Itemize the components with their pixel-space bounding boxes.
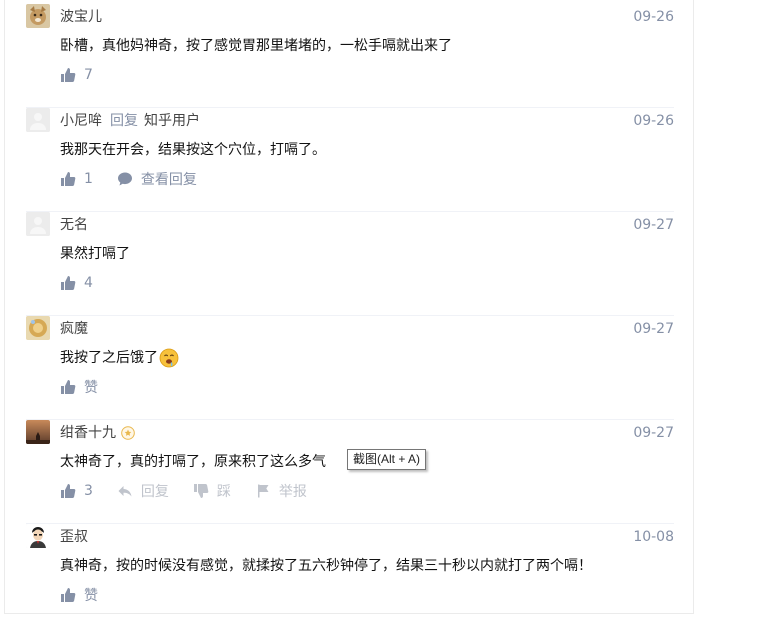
- author-name[interactable]: 歪叔: [60, 527, 88, 547]
- comment-text: 卧槽，真他妈神奇，按了感觉胃那里堵堵的，一松手嗝就出来了: [60, 38, 452, 54]
- avatar[interactable]: [26, 420, 50, 444]
- report-button[interactable]: 举报: [255, 481, 307, 501]
- comment-text: 果然打嗝了: [60, 246, 130, 262]
- like-button[interactable]: 3: [60, 483, 93, 499]
- screenshot-shortcut-tooltip: 截图(Alt + A): [347, 449, 427, 470]
- dislike-label: 踩: [216, 484, 231, 500]
- thumbs-up-icon: [61, 380, 76, 394]
- chat-bubble-icon: [117, 172, 132, 186]
- like-count: 3: [84, 483, 93, 499]
- comment-text: 太神奇了，真的打嗝了，原来积了这么多气: [60, 454, 326, 470]
- reply-button[interactable]: 回复: [117, 481, 169, 501]
- author-name[interactable]: 小尼哞: [60, 111, 102, 131]
- like-button[interactable]: 赞: [60, 377, 98, 397]
- like-count: 4: [84, 275, 93, 291]
- thumbs-up-icon: [61, 588, 76, 602]
- like-count: 1: [84, 171, 93, 187]
- author-name[interactable]: 疯魔: [60, 319, 88, 339]
- reply-indicator: 回复: [110, 113, 138, 129]
- comment-text-body: 我按了之后饿了: [60, 350, 158, 366]
- dislike-button[interactable]: 踩: [193, 481, 231, 501]
- comment-date: 09-27: [633, 321, 674, 337]
- like-label: 赞: [84, 588, 98, 604]
- avatar[interactable]: [26, 212, 50, 236]
- like-count: 7: [84, 67, 93, 83]
- comment-text: 真神奇，按的时候没有感觉，就揉按了五六秒钟停了，结果三十秒以内就打了两个嗝！: [60, 558, 592, 574]
- like-button[interactable]: 1: [60, 171, 93, 187]
- author-name[interactable]: 波宝儿: [60, 7, 102, 27]
- member-badge-icon: [121, 426, 135, 440]
- reply-label: 回复: [140, 484, 169, 500]
- comment-text: 我按了之后饿了: [60, 347, 179, 369]
- author-name[interactable]: 绀香十九: [60, 423, 116, 443]
- comment-text: 我那天在开会，结果按这个穴位，打嗝了。: [60, 142, 326, 158]
- comment-item: 波宝儿 09-26 卧槽，真他妈神奇，按了感觉胃那里堵堵的，一松手嗝就出来了 7: [26, 4, 674, 108]
- reply-arrow-icon: [118, 486, 132, 497]
- comment-item: 疯魔 09-27 我按了之后饿了 赞: [26, 316, 674, 420]
- comment-item: 绀香十九 09-27 太神奇了，真的打嗝了，原来积了这么多气 3 回复 踩 举报: [26, 420, 674, 524]
- view-replies-label: 查看回复: [140, 172, 197, 188]
- comment-date: 09-27: [633, 425, 674, 441]
- drooling-face-emoji-icon: [159, 348, 179, 368]
- like-button[interactable]: 4: [60, 275, 93, 291]
- comment-panel: 波宝儿 09-26 卧槽，真他妈神奇，按了感觉胃那里堵堵的，一松手嗝就出来了 7…: [4, 0, 694, 614]
- comment-item: 无名 09-27 果然打嗝了 4: [26, 212, 674, 316]
- like-button[interactable]: 赞: [60, 585, 98, 605]
- flag-icon: [257, 484, 269, 498]
- like-button[interactable]: 7: [60, 67, 93, 83]
- like-label: 赞: [84, 380, 98, 396]
- comment-date: 09-27: [633, 217, 674, 233]
- view-replies-button[interactable]: 查看回复: [117, 169, 197, 189]
- thumbs-up-icon: [61, 172, 76, 186]
- comment-item: 歪叔 10-08 真神奇，按的时候没有感觉，就揉按了五六秒钟停了，结果三十秒以内…: [26, 524, 674, 617]
- author-name[interactable]: 无名: [60, 215, 88, 235]
- thumbs-up-icon: [61, 276, 76, 290]
- avatar[interactable]: [26, 524, 50, 548]
- thumbs-up-icon: [61, 484, 76, 498]
- avatar[interactable]: [26, 4, 50, 28]
- thumbs-down-icon: [193, 484, 209, 498]
- avatar[interactable]: [26, 316, 50, 340]
- comment-date: 09-26: [633, 113, 674, 129]
- comment-date: 10-08: [633, 529, 674, 545]
- avatar[interactable]: [26, 108, 50, 132]
- comment-item: 小尼哞 回复 知乎用户 09-26 我那天在开会，结果按这个穴位，打嗝了。 1 …: [26, 108, 674, 212]
- comment-date: 09-26: [633, 9, 674, 25]
- reply-to-user[interactable]: 知乎用户: [144, 111, 200, 131]
- thumbs-up-icon: [61, 68, 76, 82]
- report-label: 举报: [278, 484, 307, 500]
